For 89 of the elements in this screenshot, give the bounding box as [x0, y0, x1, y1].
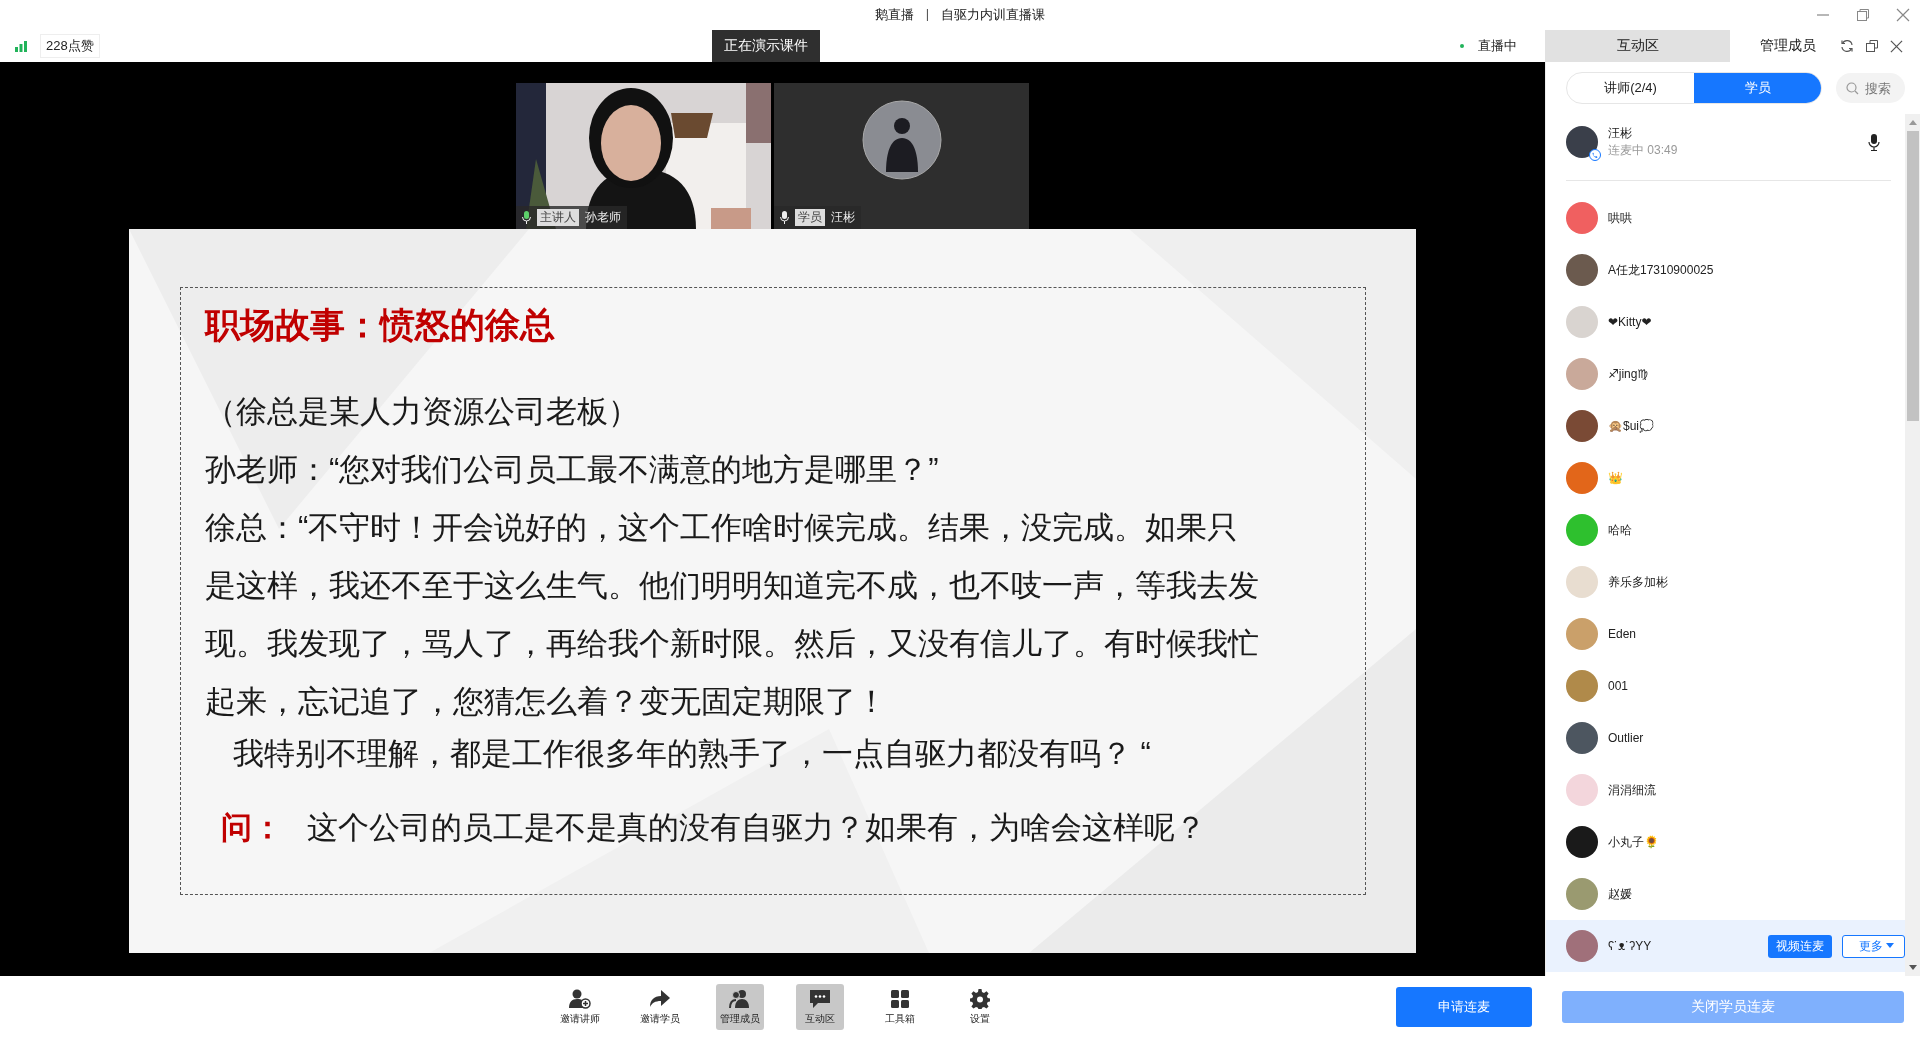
signal-icon: [14, 40, 28, 52]
toolbar-button[interactable]: 邀请学员: [636, 984, 684, 1030]
member-name: 赵媛: [1608, 885, 1633, 903]
member-row[interactable]: 养乐多加彬: [1566, 556, 1905, 608]
member-row[interactable]: 🙊$ui💭: [1566, 400, 1905, 452]
scroll-down-icon[interactable]: [1908, 965, 1917, 970]
slide-text: 这个公司的员工是不是真的没有自驱力？如果有，为啥会这样呢？: [307, 809, 1206, 847]
role-badge: 学员: [795, 209, 825, 226]
slide-text: 现。我发现了，骂人了，再给我个新时限。然后，又没有信儿了。有时候我忙: [205, 625, 1260, 663]
member-name: 哄哄: [1608, 209, 1633, 227]
connection-status: 连麦中 03:49: [1608, 142, 1679, 159]
member-name: 汪彬: [1608, 125, 1633, 142]
participant-name: 汪彬: [831, 209, 855, 226]
window-title: 自驱力内训直播课: [941, 6, 1046, 24]
toolbar-button[interactable]: 管理成员: [716, 984, 764, 1030]
toolbar-button[interactable]: 工具箱: [876, 984, 924, 1030]
member-row[interactable]: 哄哄: [1566, 192, 1905, 244]
phone-icon: [1589, 149, 1601, 161]
participant-name: 孙老师: [585, 209, 621, 226]
member-name: ʕ˙ᴥ˙ʔYY: [1608, 939, 1653, 953]
toolbar-button[interactable]: 互动区: [796, 984, 844, 1030]
slide-text: 是这样，我还不至于这么生气。他们明明知道完不成，也不吱一声，等我去发: [205, 567, 1260, 605]
member-name: 哈哈: [1608, 521, 1633, 539]
microphone-icon: [780, 211, 789, 224]
chat-icon: [809, 988, 831, 1009]
member-name: 小丸子🌻: [1608, 833, 1660, 851]
microphone-icon[interactable]: [1868, 133, 1880, 151]
member-name: 养乐多加彬: [1608, 573, 1669, 591]
scroll-up-icon[interactable]: [1908, 120, 1917, 125]
member-row[interactable]: ♐jing♍: [1566, 348, 1905, 400]
member-name: A任龙17310900025: [1608, 261, 1715, 279]
question-label: 问：: [221, 809, 283, 847]
member-row[interactable]: 赵媛: [1566, 868, 1905, 920]
request-connect-button[interactable]: 申请连麦: [1396, 986, 1532, 1027]
member-row[interactable]: Eden: [1566, 608, 1905, 660]
slide-text: 我特别不理解，都是工作很多年的熟手了，一点自驱力都没有吗？ “: [233, 735, 1152, 773]
live-status: 直播中: [1478, 37, 1517, 55]
title-separator: |: [925, 6, 930, 23]
video-connect-button[interactable]: 视频连麦: [1768, 934, 1832, 958]
toolbar-button[interactable]: 邀请讲师: [556, 984, 604, 1030]
people-icon: [729, 988, 751, 1009]
live-dot-icon: [1460, 44, 1464, 48]
member-row[interactable]: ʕ˙ᴥ˙ʔYY 视频连麦 更多: [1546, 920, 1905, 972]
microphone-icon: [522, 211, 531, 224]
restore-icon[interactable]: [1856, 8, 1870, 22]
member-name: 涓涓细流: [1608, 781, 1657, 799]
member-row[interactable]: 001: [1566, 660, 1905, 712]
grid-icon: [890, 988, 910, 1009]
member-name: ♐jing♍: [1608, 367, 1650, 381]
avatar-figure-icon: [861, 100, 942, 180]
member-name: Eden: [1608, 627, 1638, 641]
caret-icon: [1886, 943, 1894, 949]
role-tab[interactable]: 学员: [1694, 73, 1821, 103]
slide-text: 起来，忘记追了，您猜怎么着？变无固定期限了！: [205, 683, 888, 721]
close-icon[interactable]: [1890, 39, 1903, 53]
member-row[interactable]: 涓涓细流: [1566, 764, 1905, 816]
member-name: 001: [1608, 679, 1630, 693]
member-row[interactable]: 小丸子🌻: [1566, 816, 1905, 868]
role-tab[interactable]: 讲师(2/4): [1567, 73, 1694, 103]
member-row[interactable]: ❤Kitty❤: [1566, 296, 1905, 348]
like-count: 228点赞: [40, 34, 100, 58]
share-arrow-icon: [649, 988, 671, 1009]
presenting-label: 正在演示课件: [711, 30, 820, 62]
slide-text: 孙老师：“您对我们公司员工最不满意的地方是哪里？”: [205, 451, 940, 489]
panel-tab[interactable]: 管理成员: [1730, 30, 1829, 62]
scroll-thumb[interactable]: [1906, 131, 1919, 421]
member-row[interactable]: A任龙17310900025: [1566, 244, 1905, 296]
refresh-icon[interactable]: [1840, 39, 1854, 53]
member-name: Outlier: [1608, 731, 1645, 745]
app-name: 鹅直播: [874, 6, 914, 24]
person-add-icon: [569, 988, 591, 1009]
settings-icon: [970, 988, 990, 1009]
member-name: ❤Kitty❤: [1608, 315, 1653, 329]
role-badge: 主讲人: [537, 209, 579, 226]
member-row[interactable]: Outlier: [1566, 712, 1905, 764]
more-button[interactable]: 更多: [1842, 934, 1905, 958]
pop-out-icon[interactable]: [1865, 39, 1879, 53]
member-name: 👑: [1608, 471, 1624, 485]
slide-text: 徐总：“不守时！开会说好的，这个工作啥时候完成。结果，没完成。如果只: [205, 509, 1240, 547]
search-field[interactable]: 搜索: [1836, 73, 1905, 103]
slide-title: 职场故事：愤怒的徐总: [205, 304, 556, 347]
slide-text: （徐总是某人力资源公司老板）: [205, 393, 640, 431]
close-icon[interactable]: [1896, 8, 1910, 22]
scrollbar[interactable]: [1905, 114, 1920, 976]
member-row[interactable]: 哈哈: [1566, 504, 1905, 556]
search-icon: [1846, 82, 1859, 95]
toolbar-button[interactable]: 设置: [956, 984, 1004, 1030]
panel-tab[interactable]: 互动区: [1545, 30, 1730, 62]
member-name: 🙊$ui💭: [1608, 419, 1655, 433]
